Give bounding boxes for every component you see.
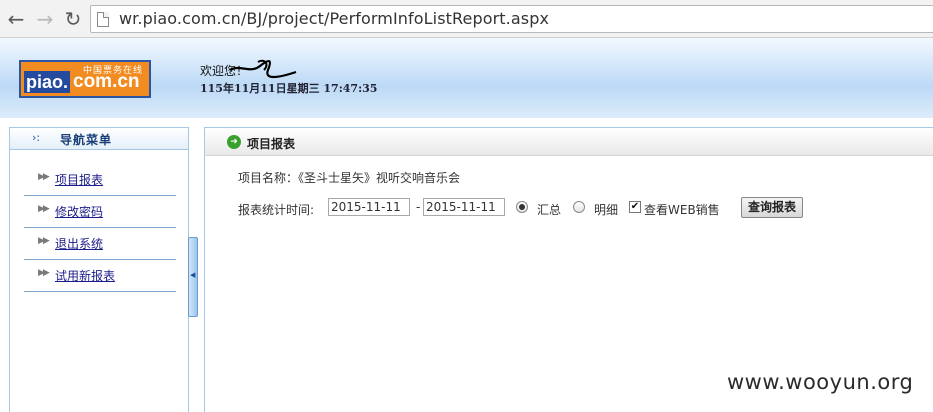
date-to-input[interactable]: [423, 198, 505, 216]
project-label: 项目名称：: [238, 171, 299, 185]
piao-logo[interactable]: 中国票务在线 piao. com.cn: [19, 60, 151, 98]
address-bar[interactable]: wr.piao.com.cn/BJ/project/PerformInfoLis…: [90, 5, 933, 33]
forward-icon[interactable]: →: [33, 7, 57, 31]
reload-icon[interactable]: ↻: [61, 7, 85, 31]
nav-menu: ▶▶ 项目报表 ▶▶ 修改密码 ▶▶ 退出系统 ▶▶ 试用新报表: [24, 164, 176, 292]
project-name: 《圣斗士星矢》视听交响音乐会: [298, 171, 461, 185]
sidebar-collapse-toggle[interactable]: ◀: [188, 237, 198, 317]
sidebar-item-label[interactable]: 项目报表: [55, 171, 103, 188]
sidebar-item-project-report[interactable]: ▶▶ 项目报表: [24, 164, 176, 196]
back-icon[interactable]: ←: [4, 7, 28, 31]
url-text: wr.piao.com.cn/BJ/project/PerformInfoLis…: [119, 9, 550, 28]
date-separator: -: [416, 200, 421, 214]
sidebar-item-label[interactable]: 试用新报表: [55, 267, 115, 284]
sidebar-item-label[interactable]: 修改密码: [55, 203, 103, 220]
web-sales-label: 查看WEB销售: [644, 203, 720, 217]
double-arrow-icon: ▶▶: [38, 236, 50, 246]
logo-com: com.cn: [73, 71, 140, 92]
panel-header: ➜ 项目报表: [205, 128, 933, 156]
sidebar-title: 导航菜单: [60, 133, 113, 147]
report-time-label: 报表统计时间:: [238, 203, 315, 217]
current-datetime: 115年11月11日星期三 17:47:35: [200, 82, 378, 95]
go-arrow-icon: ➜: [227, 135, 241, 149]
sidebar-item-try-new-report[interactable]: ▶▶ 试用新报表: [24, 260, 176, 292]
double-arrow-icon: ▶▶: [38, 172, 50, 182]
collapse-left-icon: ◀: [190, 271, 196, 279]
summary-radio[interactable]: [516, 201, 528, 213]
project-name-row: 项目名称：《圣斗士星矢》视听交响音乐会: [238, 169, 460, 186]
sidebar-item-label[interactable]: 退出系统: [55, 235, 103, 252]
sidebar-item-logout[interactable]: ▶▶ 退出系统: [24, 228, 176, 260]
detail-radio[interactable]: [573, 201, 585, 213]
site-header: 中国票务在线 piao. com.cn 欢迎您！ 115年11月11日星期三 1…: [0, 38, 933, 118]
sidebar: ›: 导航菜单 ▶▶ 项目报表 ▶▶ 修改密码 ▶▶ 退出系统 ▶▶ 试用新报表: [9, 127, 189, 412]
web-sales-checkbox[interactable]: ✔: [629, 201, 641, 213]
browser-toolbar: ← → ↻ wr.piao.com.cn/BJ/project/PerformI…: [0, 0, 933, 38]
logo-piao: piao.: [24, 71, 71, 93]
date-from-input[interactable]: [328, 198, 410, 216]
watermark: www.wooyun.org: [727, 370, 914, 394]
report-filter-row: 报表统计时间: - 汇总 明细 ✔ 查看WEB销售 查询报表: [238, 197, 838, 218]
double-arrow-icon: ▶▶: [38, 268, 50, 278]
panel-title: 项目报表: [247, 137, 296, 151]
sidebar-item-change-password[interactable]: ▶▶ 修改密码: [24, 196, 176, 228]
double-arrow-icon: ▶▶: [38, 204, 50, 214]
detail-label: 明细: [594, 203, 619, 217]
sidebar-marker-icon: ›:: [32, 131, 41, 144]
query-report-button[interactable]: 查询报表: [741, 197, 803, 218]
page-icon: [97, 12, 109, 27]
sidebar-header: ›: 导航菜单: [10, 128, 188, 150]
summary-label: 汇总: [537, 203, 562, 217]
redaction-scribble: [229, 59, 297, 79]
